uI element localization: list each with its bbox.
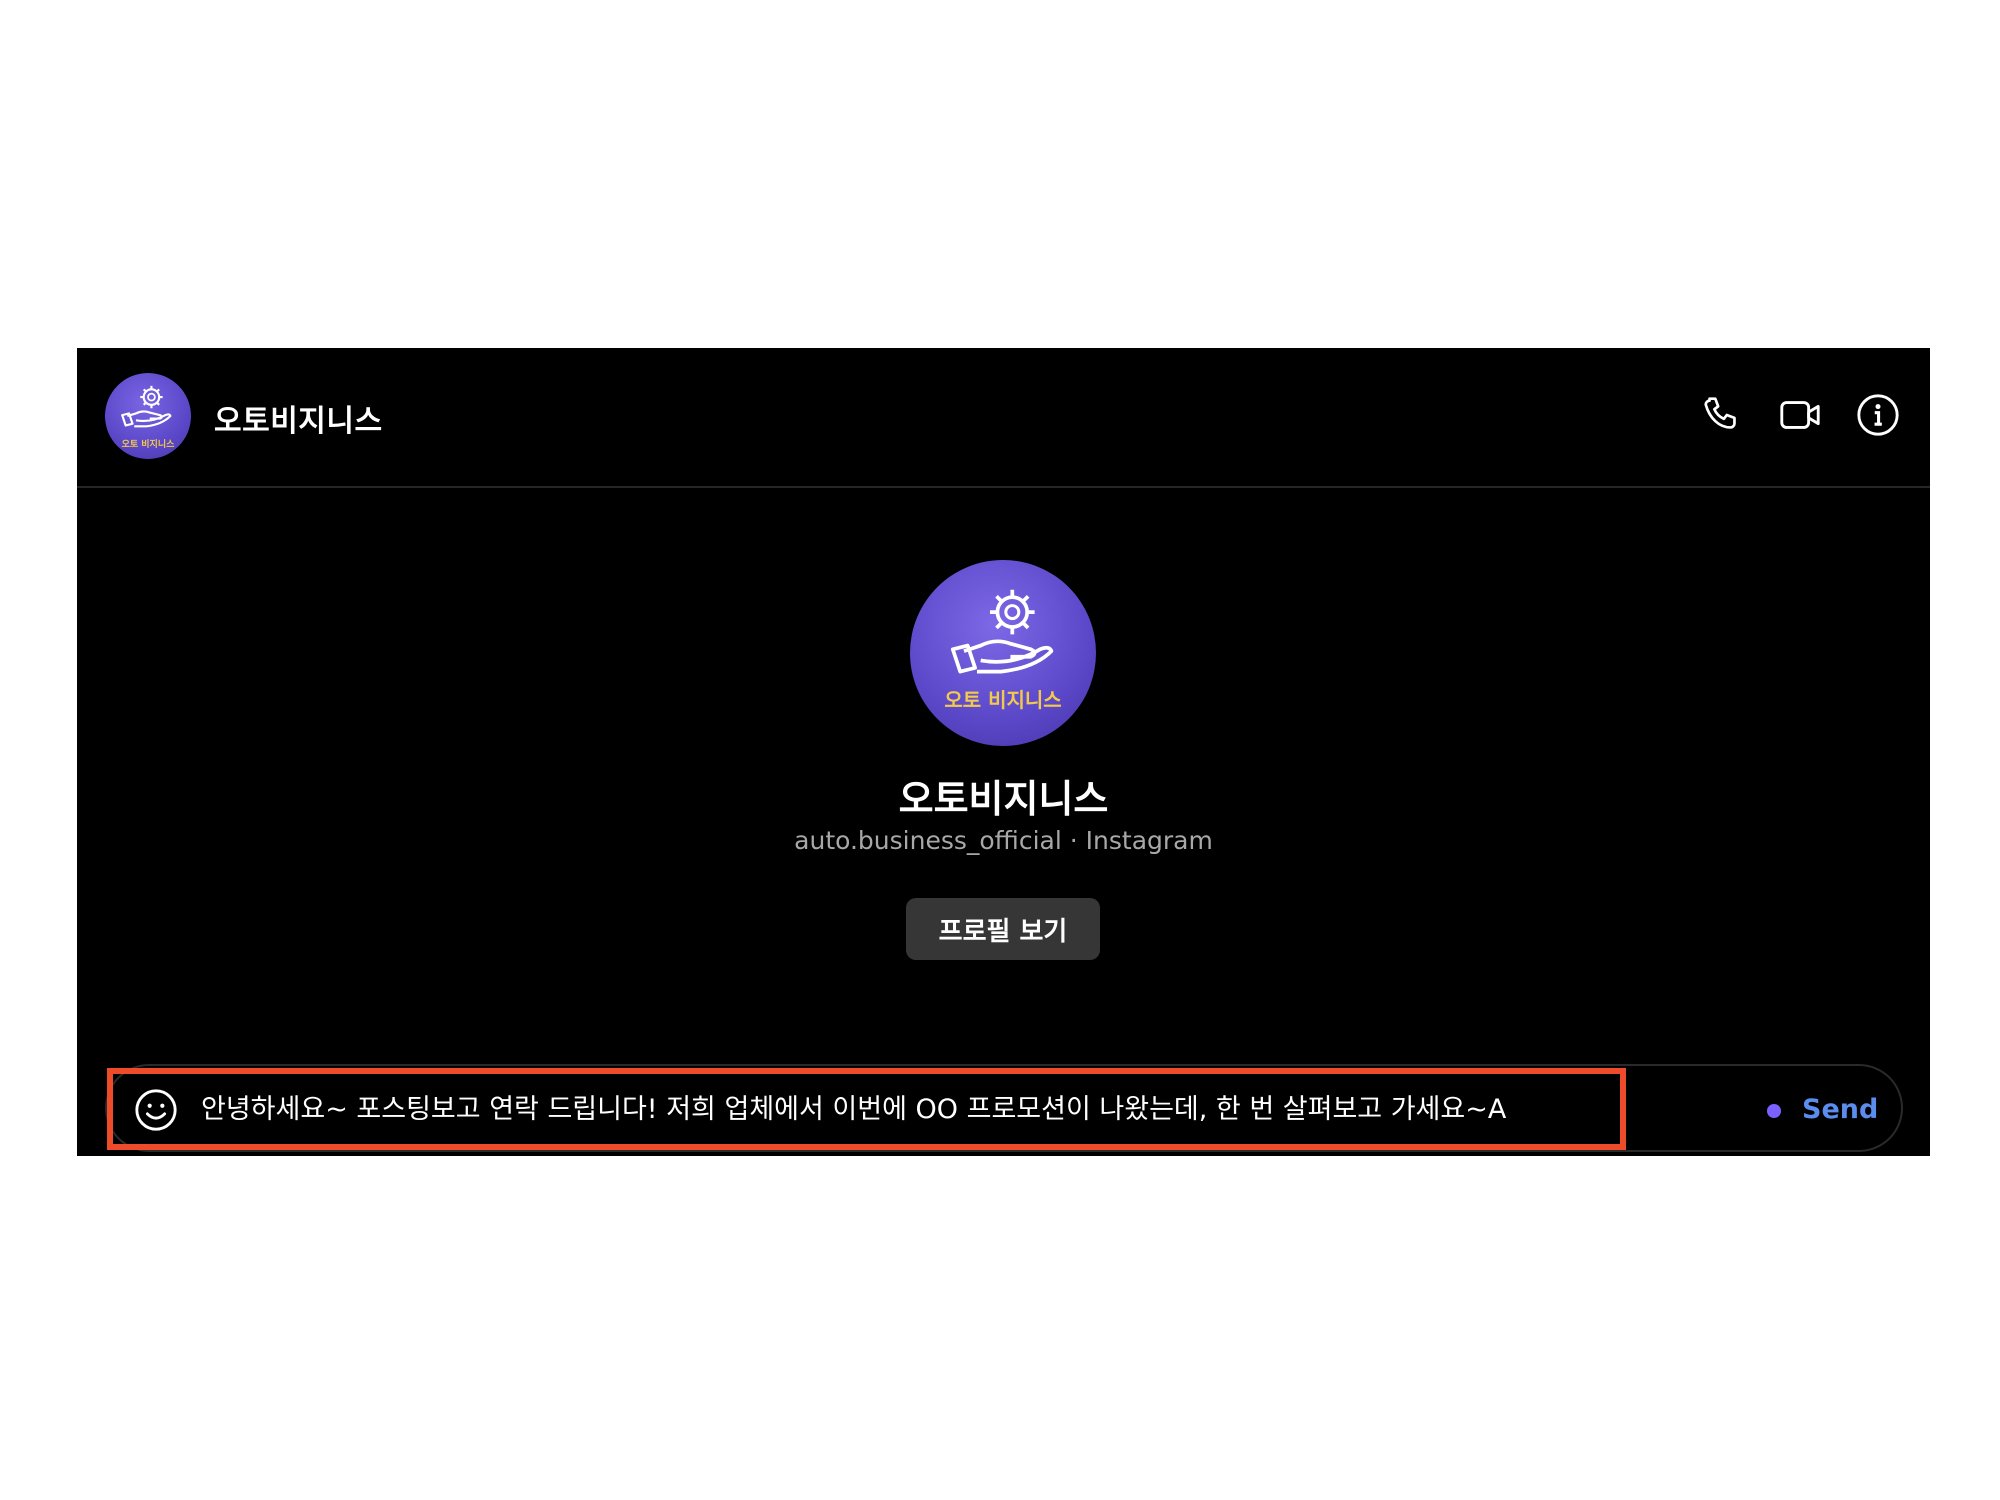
profile-avatar[interactable]: 오토 비지니스 bbox=[910, 560, 1096, 746]
dm-window: 오토 비지니스 오토비지니스 오토 비지니스 오토비지니스 auto.busin… bbox=[77, 348, 1930, 1156]
message-composer: 안녕하세요~ 포스팅보고 연락 드립니다! 저희 업체에서 이번에 OO 프로모… bbox=[105, 1064, 1903, 1152]
chat-header: 오토 비지니스 오토비지니스 bbox=[77, 348, 1930, 488]
profile-logo-text: 오토 비지니스 bbox=[944, 688, 1062, 712]
view-profile-button[interactable]: 프로필 보기 bbox=[906, 898, 1100, 960]
header-actions bbox=[1698, 391, 1902, 441]
smiley-icon bbox=[135, 1089, 177, 1131]
video-camera-icon bbox=[1780, 401, 1820, 429]
send-button[interactable]: Send bbox=[1802, 1090, 1878, 1130]
gear-hand-logo-icon bbox=[950, 589, 1054, 674]
chat-title: 오토비지니스 bbox=[214, 404, 383, 439]
status-dot bbox=[1767, 1104, 1781, 1118]
phone-icon bbox=[1704, 397, 1736, 429]
profile-username: auto.business_official · Instagram bbox=[794, 826, 1213, 855]
video-call-button[interactable] bbox=[1776, 391, 1824, 439]
profile-name: 오토비지니스 bbox=[898, 777, 1109, 821]
header-avatar[interactable]: 오토 비지니스 bbox=[105, 373, 191, 459]
info-icon bbox=[1857, 394, 1899, 436]
conversation-info-button[interactable] bbox=[1854, 391, 1902, 439]
phone-button[interactable] bbox=[1698, 391, 1746, 439]
emoji-button[interactable] bbox=[133, 1087, 179, 1133]
message-input[interactable]: 안녕하세요~ 포스팅보고 연락 드립니다! 저희 업체에서 이번에 OO 프로모… bbox=[201, 1086, 1571, 1134]
header-logo-text: 오토 비지니스 bbox=[121, 440, 175, 450]
